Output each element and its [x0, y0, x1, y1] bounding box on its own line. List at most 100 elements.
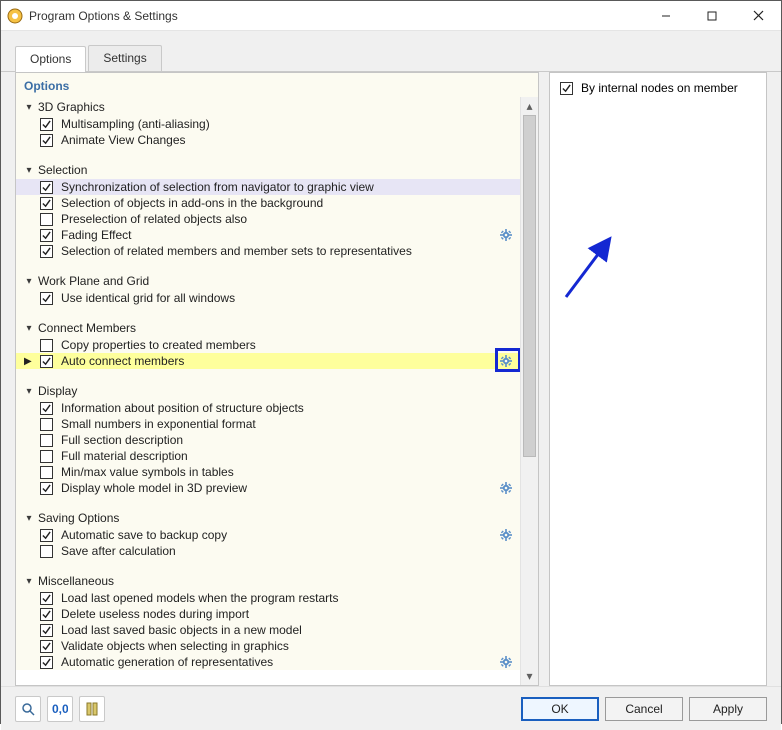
checkbox-icon[interactable] [40, 592, 53, 605]
group-header[interactable]: ▾Selection [16, 160, 520, 179]
checkbox-icon[interactable] [40, 134, 53, 147]
checkbox-icon[interactable] [40, 292, 53, 305]
option-row[interactable]: ▶ Auto connect members [16, 353, 520, 369]
checkbox-icon[interactable] [40, 213, 53, 226]
checkbox-icon[interactable] [40, 118, 53, 131]
option-label: Auto connect members [61, 354, 184, 368]
option-row[interactable]: Selection of objects in add-ons in the b… [16, 195, 520, 211]
option-row[interactable]: Synchronization of selection from naviga… [16, 179, 520, 195]
checkbox-icon[interactable] [40, 245, 53, 258]
close-button[interactable] [735, 1, 781, 31]
option-row[interactable]: Load last saved basic objects in a new m… [16, 622, 520, 638]
option-label: Preselection of related objects also [61, 212, 247, 226]
option-label: Delete useless nodes during import [61, 607, 249, 621]
option-label: Full section description [61, 433, 183, 447]
scroll-down-button[interactable]: ▾ [521, 667, 538, 685]
gear-icon[interactable] [500, 229, 512, 241]
options-tree: ▾3D GraphicsMultisampling (anti-aliasing… [16, 97, 520, 670]
units-tool-button[interactable]: 0,00 [47, 696, 73, 722]
cancel-button[interactable]: Cancel [605, 697, 683, 721]
checkbox-icon[interactable] [40, 624, 53, 637]
scroll-thumb[interactable] [523, 115, 536, 457]
checkbox-icon[interactable] [40, 418, 53, 431]
option-label: By internal nodes on member [581, 81, 738, 95]
option-by-internal-nodes[interactable]: By internal nodes on member [560, 81, 756, 95]
option-label: Save after calculation [61, 544, 176, 558]
option-row[interactable]: Load last opened models when the program… [16, 590, 520, 606]
option-row[interactable]: Selection of related members and member … [16, 243, 520, 259]
gear-icon[interactable] [500, 529, 512, 541]
chevron-down-icon: ▾ [22, 323, 36, 334]
option-row[interactable]: Save after calculation [16, 543, 520, 559]
checkbox-icon[interactable] [40, 434, 53, 447]
option-label: Multisampling (anti-aliasing) [61, 117, 210, 131]
option-row[interactable]: Full material description [16, 448, 520, 464]
chevron-down-icon: ▾ [22, 165, 36, 176]
group-header[interactable]: ▾Display [16, 381, 520, 400]
group-header[interactable]: ▾Saving Options [16, 508, 520, 527]
tab-settings[interactable]: Settings [88, 45, 161, 71]
group-header[interactable]: ▾3D Graphics [16, 97, 520, 116]
option-row[interactable]: Multisampling (anti-aliasing) [16, 116, 520, 132]
option-row[interactable]: Full section description [16, 432, 520, 448]
chevron-down-icon: ▾ [22, 276, 36, 287]
checkbox-icon[interactable] [560, 82, 573, 95]
checkbox-icon[interactable] [40, 229, 53, 242]
checkbox-icon[interactable] [40, 197, 53, 210]
preset-tool-button[interactable] [79, 696, 105, 722]
option-row[interactable]: Validate objects when selecting in graph… [16, 638, 520, 654]
option-row[interactable]: Display whole model in 3D preview [16, 480, 520, 496]
option-row[interactable]: Min/max value symbols in tables [16, 464, 520, 480]
checkbox-icon[interactable] [40, 656, 53, 669]
option-row[interactable]: Small numbers in exponential format [16, 416, 520, 432]
group-header[interactable]: ▾Miscellaneous [16, 571, 520, 590]
scroll-track[interactable] [521, 115, 538, 667]
option-row[interactable]: Use identical grid for all windows [16, 290, 520, 306]
gear-icon[interactable] [500, 656, 512, 668]
option-row[interactable]: Automatic generation of representatives [16, 654, 520, 670]
option-label: Selection of objects in add-ons in the b… [61, 196, 323, 210]
group-header[interactable]: ▾Connect Members [16, 318, 520, 337]
group-title: Saving Options [38, 511, 119, 525]
option-row[interactable]: Automatic save to backup copy [16, 527, 520, 543]
checkbox-icon[interactable] [40, 339, 53, 352]
options-panel: Options ▾3D GraphicsMultisampling (anti-… [15, 72, 539, 686]
content-area: Options ▾3D GraphicsMultisampling (anti-… [1, 72, 781, 686]
scroll-up-button[interactable]: ▴ [521, 97, 538, 115]
option-row[interactable]: Fading Effect [16, 227, 520, 243]
minimize-button[interactable] [643, 1, 689, 31]
option-row[interactable]: Delete useless nodes during import [16, 606, 520, 622]
option-row[interactable]: Animate View Changes [16, 132, 520, 148]
option-row[interactable]: Preselection of related objects also [16, 211, 520, 227]
svg-text:0,00: 0,00 [52, 702, 68, 716]
search-tool-button[interactable] [15, 696, 41, 722]
option-label: Full material description [61, 449, 188, 463]
checkbox-icon[interactable] [40, 482, 53, 495]
option-label: Selection of related members and member … [61, 244, 412, 258]
checkbox-icon[interactable] [40, 545, 53, 558]
checkbox-icon[interactable] [40, 640, 53, 653]
checkbox-icon[interactable] [40, 402, 53, 415]
maximize-button[interactable] [689, 1, 735, 31]
options-panel-heading: Options [16, 73, 538, 97]
option-row[interactable]: Information about position of structure … [16, 400, 520, 416]
ok-button[interactable]: OK [521, 697, 599, 721]
option-label: Copy properties to created members [61, 338, 256, 352]
scrollbar-vertical[interactable]: ▴ ▾ [520, 97, 538, 685]
current-row-indicator-icon: ▶ [24, 356, 32, 367]
gear-icon[interactable] [500, 482, 512, 494]
tab-options[interactable]: Options [15, 46, 86, 72]
option-row[interactable]: Copy properties to created members [16, 337, 520, 353]
apply-button[interactable]: Apply [689, 697, 767, 721]
checkbox-icon[interactable] [40, 466, 53, 479]
checkbox-icon[interactable] [40, 355, 53, 368]
option-label: Fading Effect [61, 228, 132, 242]
checkbox-icon[interactable] [40, 529, 53, 542]
checkbox-icon[interactable] [40, 181, 53, 194]
checkbox-icon[interactable] [40, 608, 53, 621]
group-title: Connect Members [38, 321, 136, 335]
option-label: Display whole model in 3D preview [61, 481, 247, 495]
checkbox-icon[interactable] [40, 450, 53, 463]
group-header[interactable]: ▾Work Plane and Grid [16, 271, 520, 290]
chevron-down-icon: ▾ [22, 513, 36, 524]
